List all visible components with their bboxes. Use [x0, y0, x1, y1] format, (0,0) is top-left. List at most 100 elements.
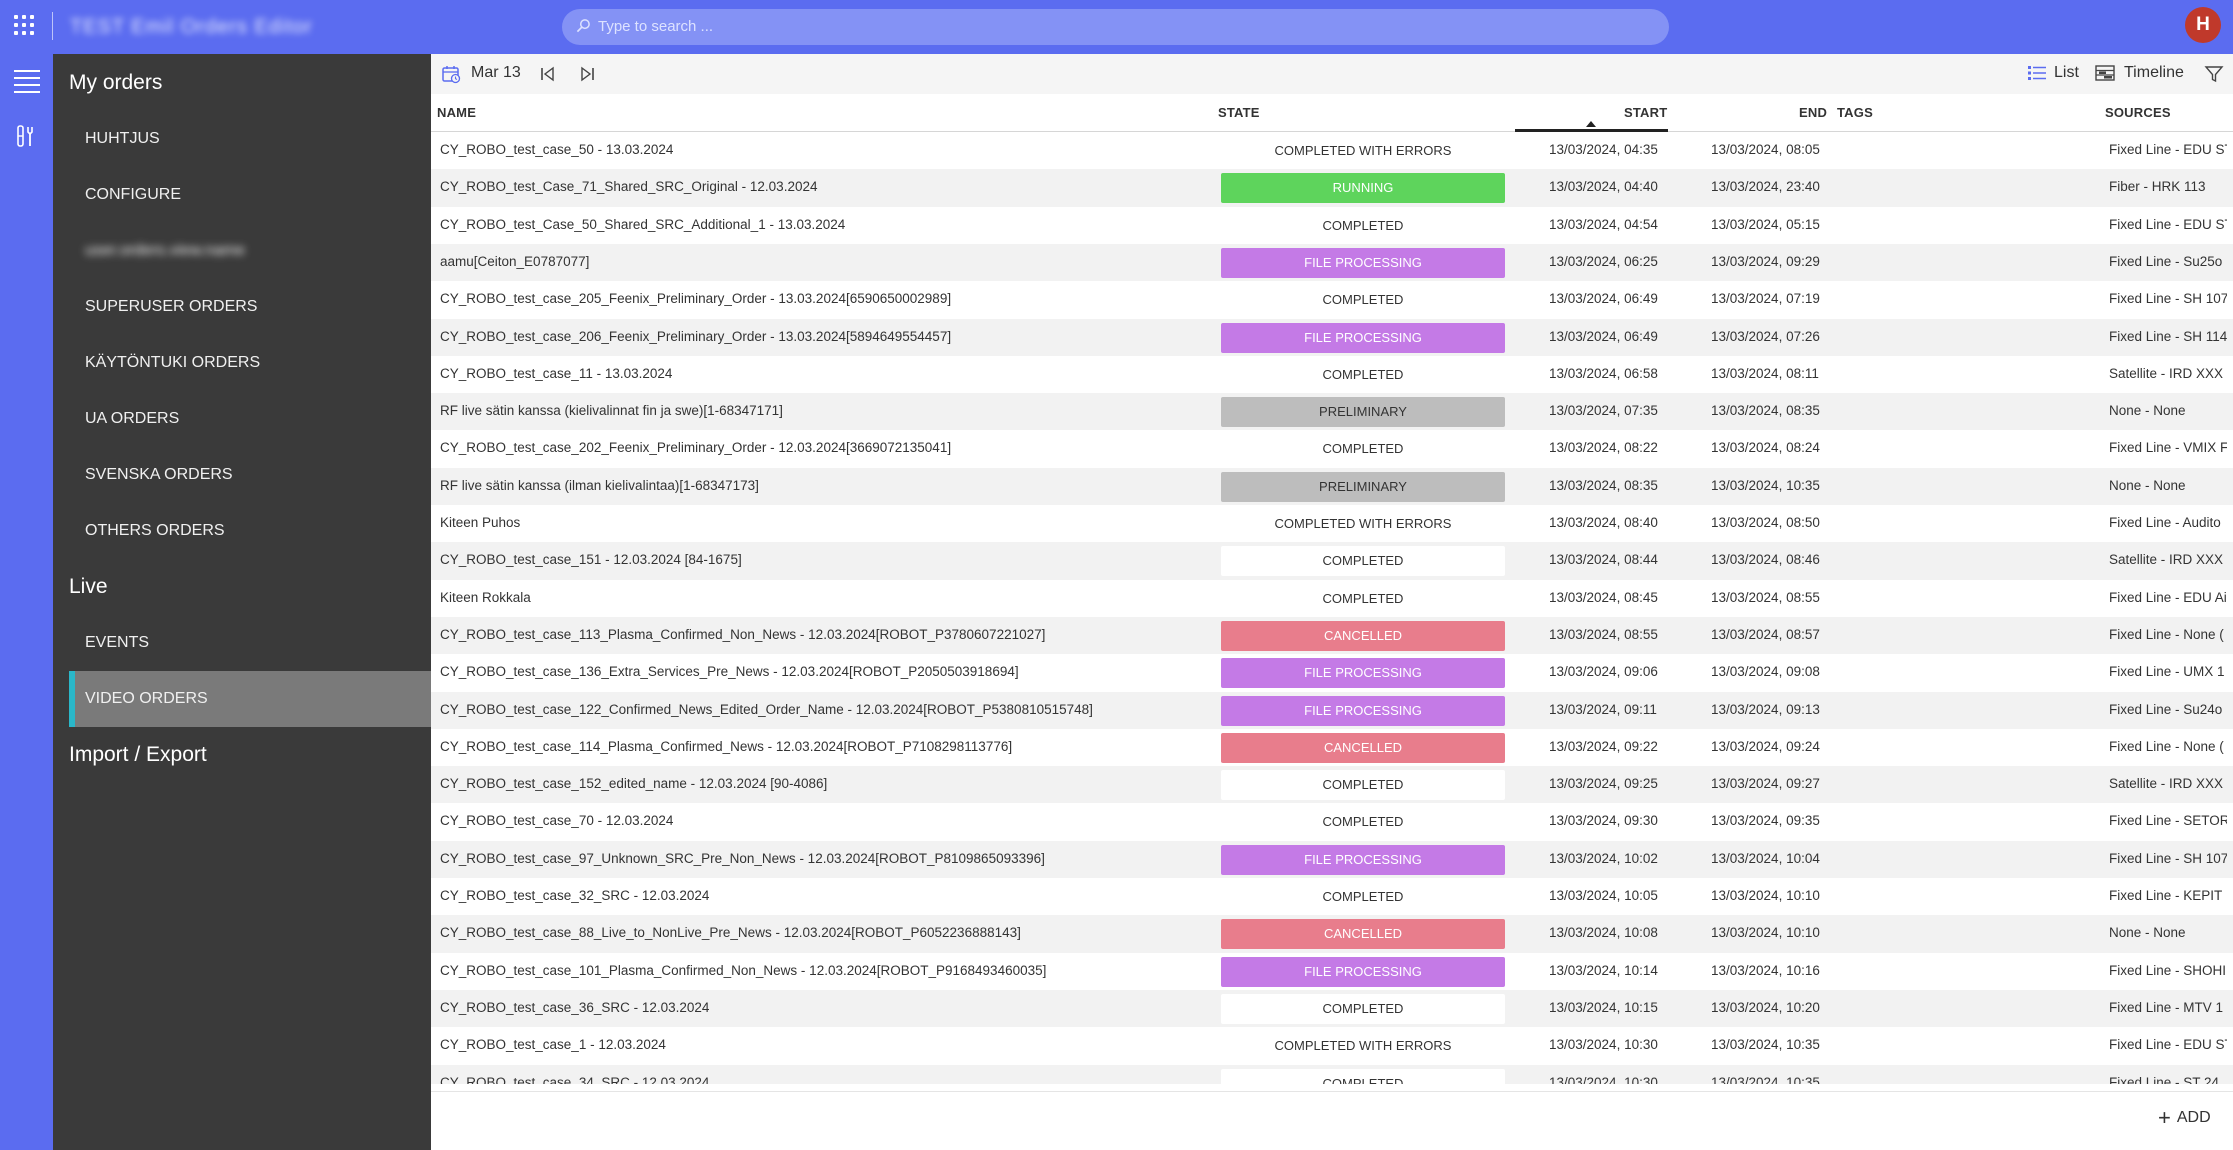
table-row[interactable]: CY_ROBO_test_case_36_SRC - 12.03.2024 COM…	[431, 989, 2233, 1028]
order-state-badge: COMPLETED	[1221, 993, 1505, 1024]
table-row[interactable]: CY_ROBO_test_case_151 - 12.03.2024 [84-1…	[431, 542, 2233, 580]
table-row[interactable]: aamu[Ceiton_E0787077] FILE PROCESSING 13/0…	[431, 243, 2233, 282]
order-end-time: 13/03/2024, 10:10	[1711, 925, 1820, 941]
nav-item-ua-orders[interactable]: UA ORDERS	[69, 391, 431, 447]
table-row[interactable]: CY_ROBO_test_case_32_SRC - 12.03.2024 COM…	[431, 878, 2233, 915]
main-content: Mar 13 List Timeline NAME STATE START EN…	[431, 54, 2233, 1150]
list-view-button[interactable]: List	[2054, 64, 2079, 82]
app-launcher-icon[interactable]	[13, 14, 35, 36]
order-state-badge: COMPLETED WITH ERRORS	[1274, 1038, 1452, 1054]
nav-item-kaytontuki-orders[interactable]: KÄYTÖNTUKI ORDERS	[69, 335, 431, 391]
order-start-time: 13/03/2024, 10:02	[1549, 850, 1658, 866]
calendar-icon[interactable]	[441, 64, 461, 84]
table-row[interactable]: CY_ROBO_test_case_205_Feenix_Preliminary…	[431, 281, 2233, 318]
table-row[interactable]: RF live sätin kanssa (ilman kielivalinta…	[431, 467, 2233, 505]
nav-section-my-orders[interactable]: My orders	[69, 71, 162, 95]
table-row[interactable]: CY_ROBO_test_case_152_edited_name - 12.0…	[431, 766, 2233, 804]
table-row[interactable]: Kiteen Rokkala COMPLETED 13/03/2024, 08:45…	[431, 580, 2233, 617]
search-input[interactable]: Type to search ...	[598, 18, 713, 35]
column-header-start[interactable]: START	[1624, 105, 1667, 120]
column-header-name[interactable]: NAME	[437, 105, 476, 120]
nav-item-label: EVENTS	[85, 634, 150, 651]
order-source: Satellite - IRD XXX	[2109, 365, 2224, 381]
nav-item-svenska-orders[interactable]: SVENSKA ORDERS	[69, 447, 431, 503]
table-row[interactable]: CY_ROBO_test_case_101_Plasma_Confirmed_N…	[431, 953, 2233, 990]
nav-item-video-orders[interactable]: VIDEO ORDERS	[69, 671, 431, 727]
search-box[interactable]: Type to search ...	[562, 9, 1669, 45]
order-source: Fixed Line - Su25o	[2109, 253, 2223, 269]
column-header-sources[interactable]: SOURCES	[2105, 105, 2171, 120]
table-row[interactable]: CY_ROBO_test_case_206_Feenix_Preliminary…	[431, 318, 2233, 356]
order-start-time: 13/03/2024, 06:49	[1549, 291, 1658, 307]
nav-item-user-orders[interactable]: user.orders.view.name	[69, 223, 431, 279]
order-source: Fixed Line - MTV 1	[2109, 999, 2224, 1015]
nav-item-label: SVENSKA ORDERS	[85, 466, 233, 483]
order-start-time: 13/03/2024, 08:35	[1549, 477, 1658, 493]
list-view-icon[interactable]	[2027, 65, 2047, 81]
nav-section-live[interactable]: Live	[69, 575, 108, 599]
timeline-view-button[interactable]: Timeline	[2124, 64, 2184, 82]
column-header-state[interactable]: STATE	[1218, 105, 1260, 120]
previous-day-icon[interactable]	[539, 65, 557, 83]
order-start-time: 13/03/2024, 10:08	[1549, 925, 1658, 941]
table-row[interactable]: CY_ROBO_test_case_202_Feenix_Preliminary…	[431, 430, 2233, 467]
nav-item-others-orders[interactable]: OTHERS ORDERS	[69, 503, 431, 559]
order-source: Fixed Line - SH 114	[2109, 328, 2227, 344]
order-source: Fixed Line - Audito	[2109, 515, 2221, 530]
order-start-time: 13/03/2024, 10:05	[1549, 888, 1658, 903]
table-row[interactable]: CY_ROBO_test_case_97_Unknown_SRC_Pre_Non…	[431, 840, 2233, 878]
order-end-time: 13/03/2024, 08:57	[1711, 626, 1820, 642]
next-day-icon[interactable]	[578, 65, 596, 83]
order-source: Satellite - IRD XXX	[2109, 552, 2224, 568]
order-start-time: 13/03/2024, 09:06	[1549, 664, 1658, 680]
table-row[interactable]: CY_ROBO_test_case_1 - 12.03.2024 COMPLETE…	[431, 1027, 2233, 1064]
timeline-view-icon[interactable]	[2095, 65, 2115, 81]
table-row[interactable]: CY_ROBO_test_case_114_Plasma_Confirmed_N…	[431, 729, 2233, 766]
order-name: Kiteen Puhos	[440, 515, 521, 530]
add-button-label: ADD	[2176, 1109, 2211, 1126]
table-row[interactable]: CY_ROBO_test_case_70 - 12.03.2024 COMPLET…	[431, 803, 2233, 840]
table-row[interactable]: CY_ROBO_test_case_113_Plasma_Confirmed_N…	[431, 616, 2233, 655]
filter-icon[interactable]	[2204, 64, 2224, 84]
app-title: TEST Emil Orders Editor	[70, 16, 313, 38]
nav-item-configure[interactable]: CONFIGURE	[69, 167, 431, 223]
order-end-time: 13/03/2024, 10:35	[1711, 1037, 1820, 1053]
order-state-badge: COMPLETED	[1322, 441, 1404, 457]
column-header-end[interactable]: END	[1799, 105, 1827, 120]
order-start-time: 13/03/2024, 06:49	[1549, 328, 1658, 344]
table-row[interactable]: CY_ROBO_test_Case_71_Shared_SRC_Original…	[431, 169, 2233, 207]
hamburger-menu-icon[interactable]	[14, 70, 40, 93]
table-row[interactable]: CY_ROBO_test_case_136_Extra_Services_Pre…	[431, 654, 2233, 691]
add-button[interactable]: + ADD	[2158, 1106, 2211, 1130]
user-avatar[interactable]: H	[2185, 7, 2221, 43]
order-state-badge: RUNNING	[1221, 173, 1505, 204]
nav-item-huhtjus[interactable]: HUHTJUS	[69, 111, 431, 167]
table-row[interactable]: CY_ROBO_test_case_34_SRC - 12.03.2024 COM…	[431, 1064, 2233, 1085]
table-row[interactable]: CY_ROBO_test_case_88_Live_to_NonLive_Pre…	[431, 915, 2233, 953]
nav-item-label: OTHERS ORDERS	[85, 522, 225, 539]
footer-bar: + ADD	[431, 1091, 2233, 1150]
table-row[interactable]: CY_ROBO_test_case_122_Confirmed_News_Edi…	[431, 691, 2233, 729]
order-state-badge: COMPLETED WITH ERRORS	[1274, 143, 1452, 158]
order-source: Fixed Line - None (	[2109, 738, 2224, 754]
table-row[interactable]: Kiteen Puhos COMPLETED WITH ERRORS 13/03/2…	[431, 505, 2233, 542]
table-row[interactable]: RF live sätin kanssa (kielivalinnat fin …	[431, 393, 2233, 431]
order-name: CY_ROBO_test_case_34_SRC - 12.03.2024	[440, 1074, 710, 1085]
order-end-time: 13/03/2024, 05:15	[1711, 216, 1820, 232]
tools-icon[interactable]	[14, 124, 38, 148]
column-header-tags[interactable]: TAGS	[1837, 105, 1873, 120]
order-start-time: 13/03/2024, 08:44	[1549, 552, 1658, 568]
order-name: CY_ROBO_test_case_50 - 13.03.2024	[440, 142, 674, 157]
nav-item-label: HUHTJUS	[85, 130, 160, 147]
nav-item-superuser-orders[interactable]: SUPERUSER ORDERS	[69, 279, 431, 335]
table-row[interactable]: CY_ROBO_test_case_11 - 13.03.2024 COMPLET…	[431, 356, 2233, 393]
order-start-time: 13/03/2024, 09:22	[1549, 738, 1658, 754]
nav-item-events[interactable]: EVENTS	[69, 615, 431, 671]
order-name: CY_ROBO_test_case_122_Confirmed_News_Edi…	[440, 701, 1093, 717]
current-date[interactable]: Mar 13	[471, 64, 521, 82]
table-row[interactable]: CY_ROBO_test_Case_50_Shared_SRC_Addition…	[431, 207, 2233, 244]
nav-section-import-export[interactable]: Import / Export	[69, 743, 207, 767]
order-source: Fixed Line - VMIX F	[2109, 440, 2227, 456]
table-row[interactable]: CY_ROBO_test_case_50 - 13.03.2024 COMPLET…	[431, 132, 2233, 169]
order-end-time: 13/03/2024, 10:16	[1711, 962, 1820, 978]
